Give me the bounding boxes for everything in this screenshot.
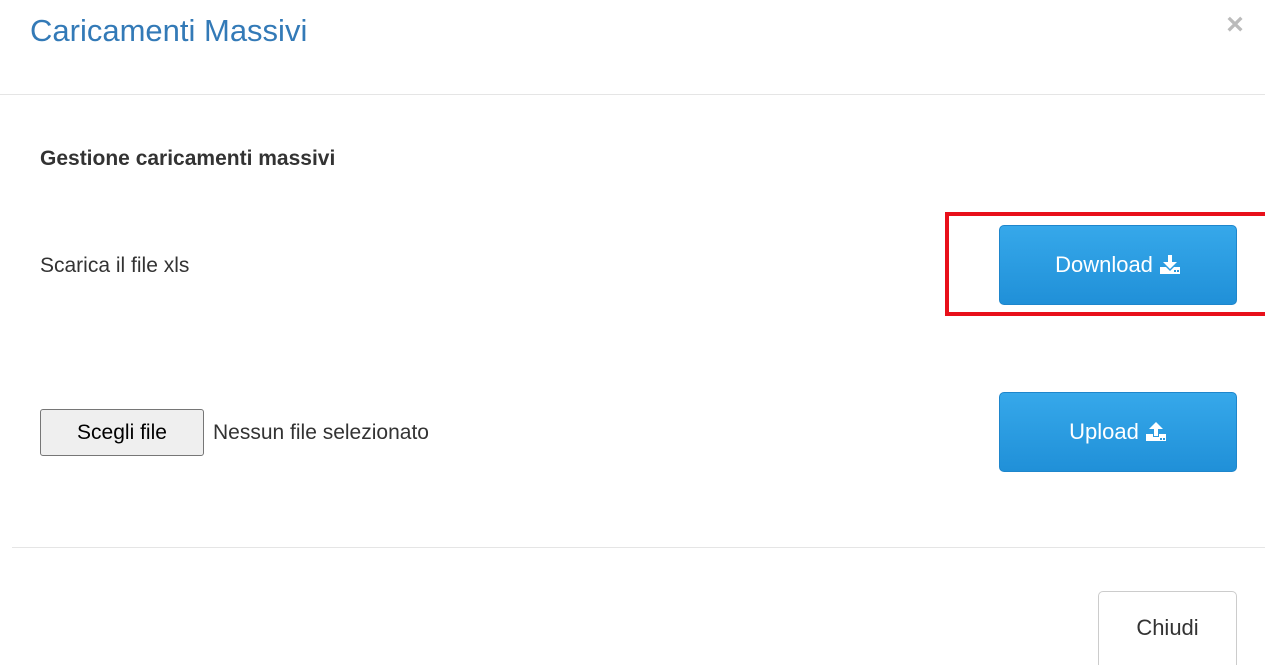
section-title: Gestione caricamenti massivi <box>40 147 336 170</box>
download-button[interactable]: Download <box>999 225 1237 305</box>
upload-button-label: Upload <box>1069 419 1139 444</box>
download-icon <box>1159 255 1181 275</box>
download-row-label: Scarica il file xls <box>40 254 190 277</box>
modal-header: Caricamenti Massivi × <box>0 0 1265 95</box>
download-button-label: Download <box>1055 252 1153 277</box>
upload-button[interactable]: Upload <box>999 392 1237 472</box>
modal-title: Caricamenti Massivi <box>30 13 308 48</box>
footer-divider <box>12 547 1265 548</box>
close-icon[interactable]: × <box>1220 7 1250 43</box>
bulk-upload-modal: Caricamenti Massivi × Gestione caricamen… <box>0 0 1265 665</box>
upload-icon <box>1145 422 1167 442</box>
choose-file-button[interactable]: Scegli file <box>40 409 204 456</box>
close-button[interactable]: Chiudi <box>1098 591 1237 665</box>
file-status-text: Nessun file selezionato <box>213 421 429 444</box>
